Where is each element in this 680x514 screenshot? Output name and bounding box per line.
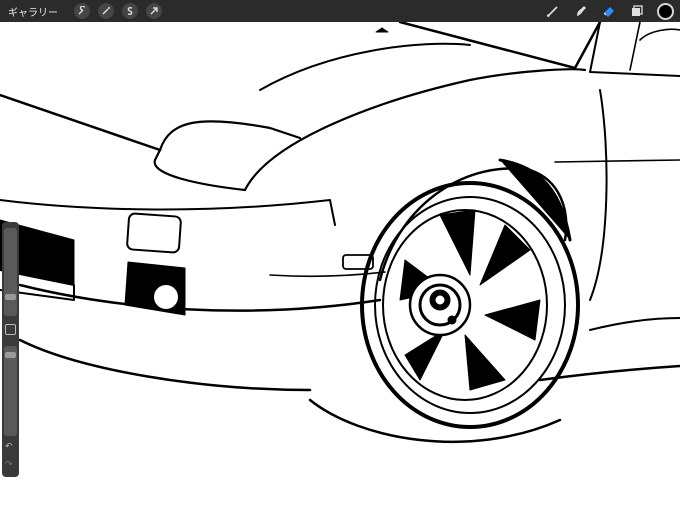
right-tools <box>544 0 674 22</box>
modify-button[interactable] <box>5 324 16 335</box>
wrench-icon[interactable] <box>74 3 90 19</box>
color-swatch[interactable] <box>656 2 674 20</box>
brush-size-thumb[interactable] <box>5 294 16 300</box>
transform-arrow-icon[interactable] <box>146 3 162 19</box>
color-dot-icon <box>656 2 674 20</box>
opacity-slider[interactable] <box>4 346 17 436</box>
eraser-icon[interactable] <box>600 2 618 20</box>
magic-wand-icon[interactable] <box>98 3 114 19</box>
brush-icon[interactable] <box>544 2 562 20</box>
drawing-canvas[interactable] <box>0 20 680 510</box>
smudge-icon[interactable] <box>572 2 590 20</box>
car-line-art <box>0 20 680 443</box>
redo-icon[interactable]: ↷ <box>5 460 13 470</box>
gallery-button[interactable]: ギャラリー <box>8 4 58 19</box>
opacity-thumb[interactable] <box>5 352 16 358</box>
brush-size-slider[interactable] <box>4 228 17 316</box>
undo-icon[interactable]: ↶ <box>5 442 13 452</box>
left-sidebar: ↶ ↷ <box>2 222 19 477</box>
top-toolbar: ギャラリー <box>0 0 680 22</box>
selection-s-icon[interactable] <box>122 3 138 19</box>
layers-icon[interactable] <box>628 2 646 20</box>
